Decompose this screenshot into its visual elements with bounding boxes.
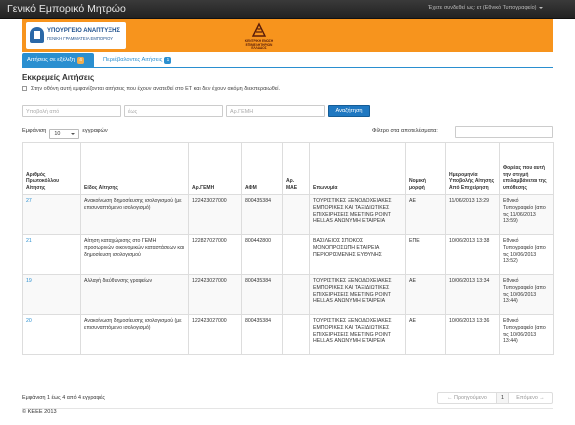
col-legal-form[interactable]: Νομική μορφή [405,142,446,195]
cell-handler: Εθνικό Τυπογραφείο (απο τις 10/06/2013 1… [499,274,554,315]
tab-pending[interactable]: Αιτήσεις σε εξέλιξη 4 [22,53,94,68]
rows-label: εγγραφών [82,128,108,134]
tab-submitted[interactable]: Περιέβαλοντες Αιτήσεις 1 [98,53,180,68]
col-type[interactable]: Είδος Αίτησης [80,142,189,195]
cell-submit-date: 10/06/2013 13:34 [445,274,500,315]
top-navbar: Γενικό Εμπορικό Μητρώο Έχετε συνδεθεί ως… [0,0,575,19]
table-row: 20 Ανακοίνωση δημοσίευσης ισολογισμού (μ… [22,314,554,355]
chamber-logo-icon [251,22,267,37]
cell-name: ΤΟΥΡΙΣΤΙΚΕΣ ΞΕΝΟΔΟΧΕΙΑΚΕΣ ΕΜΠΟΡΙΚΕΣ ΚΑΙ … [309,314,406,355]
ministry-subtitle: ΓΕΝΙΚΗ ΓΡΑΜΜΑΤΕΙΑ ΕΜΠΟΡΙΟΥ [47,36,113,41]
cell-gemi: 122423027000 [188,274,242,315]
tab-pending-count: 4 [77,57,85,64]
cell-afm: 800442800 [241,234,283,275]
cell-protocol: 27 [22,194,81,235]
col-afm[interactable]: ΑΦΜ [241,142,283,195]
chamber-logo: ΚΕΝΤΡΙΚΗ ΕΝΩΣΗ ΕΠΙΜΕΛΗΤΗΡΙΩΝ ΕΛΛΑΔΟΣ [239,21,279,50]
tab-submitted-label: Περιέβαλοντες Αιτήσεις [103,57,163,63]
cell-mae [282,194,310,235]
cell-legal-form: ΑΕ [405,194,446,235]
table-info: Εμφάνιση 1 έως 4 από 4 εγγραφές [22,395,106,401]
col-handler[interactable]: Φορέας που αυτή την στιγμή επιλαμβάνεται… [499,142,554,195]
cell-type: Ανακοίνωση δημοσίευσης ισολογισμού (με ε… [80,194,189,235]
cell-afm: 800435384 [241,194,283,235]
user-menu[interactable]: Έχετε συνδεθεί ως: ετ (Εθνικό Τυπογραφεί… [428,5,543,11]
col-name[interactable]: Επωνυμία [309,142,406,195]
cell-type: Αλλαγή διεύθυνσης γραφείων [80,274,189,315]
info-checkbox[interactable] [22,86,27,91]
cell-gemi: 122827027000 [188,234,242,275]
cell-handler: Εθνικό Τυπογραφείο (απο τις 11/06/2013 1… [499,194,554,235]
table-row: 19 Αλλαγή διεύθυνσης γραφείων 1224230270… [22,274,554,315]
filter-label: Φίλτρο στα αποτελέσματα: [372,128,438,134]
search-button[interactable]: Αναζήτηση [328,105,370,117]
cell-legal-form: ΑΕ [405,274,446,315]
cell-handler: Εθνικό Τυπογραφείο (απο τις 10/06/2013 1… [499,234,554,275]
cell-gemi: 122423027000 [188,314,242,355]
protocol-link[interactable]: 19 [26,278,32,284]
page-title: Εκκρεμείς Αιτήσεις [22,73,95,82]
ministry-logo: ΥΠΟΥΡΓΕΙΟ ΑΝΑΠΤΥΞΗΣ ΓΕΝΙΚΗ ΓΡΑΜΜΑΤΕΙΑ ΕΜ… [26,22,126,49]
applications-table: Αριθμός Πρωτοκόλλου Αίτησης Είδος Αίτηση… [22,142,554,355]
chamber-caption: ΚΕΝΤΡΙΚΗ ΕΝΩΣΗ ΕΠΙΜΕΛΗΤΗΡΙΩΝ ΕΛΛΑΔΟΣ [244,39,274,51]
cell-mae [282,234,310,275]
cell-mae [282,314,310,355]
col-mae[interactable]: Αρ. ΜΑΕ [282,142,310,195]
prev-page-button[interactable]: ← Προηγούμενο [437,392,497,404]
show-label: Εμφάνιση [22,128,47,134]
date-from-input[interactable]: Υποβολή από [22,105,121,117]
protocol-link[interactable]: 27 [26,198,32,204]
col-submit-date[interactable]: Ημερομηνία Υποβολής Αίτησης Από Επιχείρη… [445,142,500,195]
results-filter-input[interactable] [455,126,553,138]
cell-gemi: 122423027000 [188,194,242,235]
tab-divider [22,67,553,68]
page-size-control: Εμφάνιση 10 εγγραφών [22,128,108,139]
cell-name: ΤΟΥΡΙΣΤΙΚΕΣ ΞΕΝΟΔΟΧΕΙΑΚΕΣ ΕΜΠΟΡΙΚΕΣ ΚΑΙ … [309,194,406,235]
next-page-button[interactable]: Επόμενο → [508,392,553,404]
cell-protocol: 21 [22,234,81,275]
cell-submit-date: 11/06/2013 13:29 [445,194,500,235]
cell-mae [282,274,310,315]
footer-copyright: © ΚΕΕΕ 2013 [22,409,57,415]
footer-divider [22,408,553,409]
cell-type: Αίτηση καταχώρισης στο ΓΕΜΗ προσωρινών ο… [80,234,189,275]
gemi-input[interactable]: Αρ.ΓΕΜΗ [226,105,325,117]
help-text: Στην οθόνη αυτή εμφανίζονται αιτήσεις πο… [22,86,280,92]
cell-type: Ανακοίνωση δημοσίευσης ισολογισμού (με ε… [80,314,189,355]
cell-protocol: 20 [22,314,81,355]
table-row: 21 Αίτηση καταχώρισης στο ΓΕΜΗ προσωρινώ… [22,234,554,275]
table-row: 27 Ανακοίνωση δημοσίευσης ισολογισμού (μ… [22,194,554,235]
cell-afm: 800435384 [241,274,283,315]
help-text-label: Στην οθόνη αυτή εμφανίζονται αιτήσεις πο… [31,86,281,92]
tab-submitted-count: 1 [164,57,172,64]
cell-legal-form: ΕΠΕ [405,234,446,275]
table-header-row: Αριθμός Πρωτοκόλλου Αίτησης Είδος Αίτηση… [22,142,554,195]
page-size-select[interactable]: 10 [49,129,80,139]
tab-pending-label: Αιτήσεις σε εξέλιξη [27,57,76,63]
col-gemi[interactable]: Αρ.ΓΕΜΗ [188,142,242,195]
cell-handler: Εθνικό Τυπογραφείο (απο τις 10/06/2013 1… [499,314,554,355]
protocol-link[interactable]: 20 [26,318,32,324]
user-menu-label: Έχετε συνδεθεί ως: ετ (Εθνικό Τυπογραφεί… [428,5,537,11]
cell-legal-form: ΑΕ [405,314,446,355]
cell-afm: 800435384 [241,314,283,355]
header-banner: ΥΠΟΥΡΓΕΙΟ ΑΝΑΠΤΥΞΗΣ ΓΕΝΙΚΗ ΓΡΑΜΜΑΤΕΙΑ ΕΜ… [22,19,553,52]
cell-submit-date: 10/06/2013 13:38 [445,234,500,275]
cell-name: ΤΟΥΡΙΣΤΙΚΕΣ ΞΕΝΟΔΟΧΕΙΑΚΕΣ ΕΜΠΟΡΙΚΕΣ ΚΑΙ … [309,274,406,315]
emblem-icon [30,27,44,43]
cell-protocol: 19 [22,274,81,315]
cell-submit-date: 10/06/2013 13:36 [445,314,500,355]
caret-down-icon [539,6,543,9]
protocol-link[interactable]: 21 [26,238,32,244]
date-to-input[interactable]: έως [124,105,223,117]
cell-name: ΒΑΣΙΛΕΙΟΣ ΣΠΟΚΟΣ ΜΟΝΟΠΡΟΣΩΠΗ ΕΤΑΙΡΕΙΑ ΠΕ… [309,234,406,275]
col-protocol[interactable]: Αριθμός Πρωτοκόλλου Αίτησης [22,142,81,195]
ministry-title: ΥΠΟΥΡΓΕΙΟ ΑΝΑΠΤΥΞΗΣ [47,28,121,34]
app-title[interactable]: Γενικό Εμπορικό Μητρώο [7,3,126,15]
